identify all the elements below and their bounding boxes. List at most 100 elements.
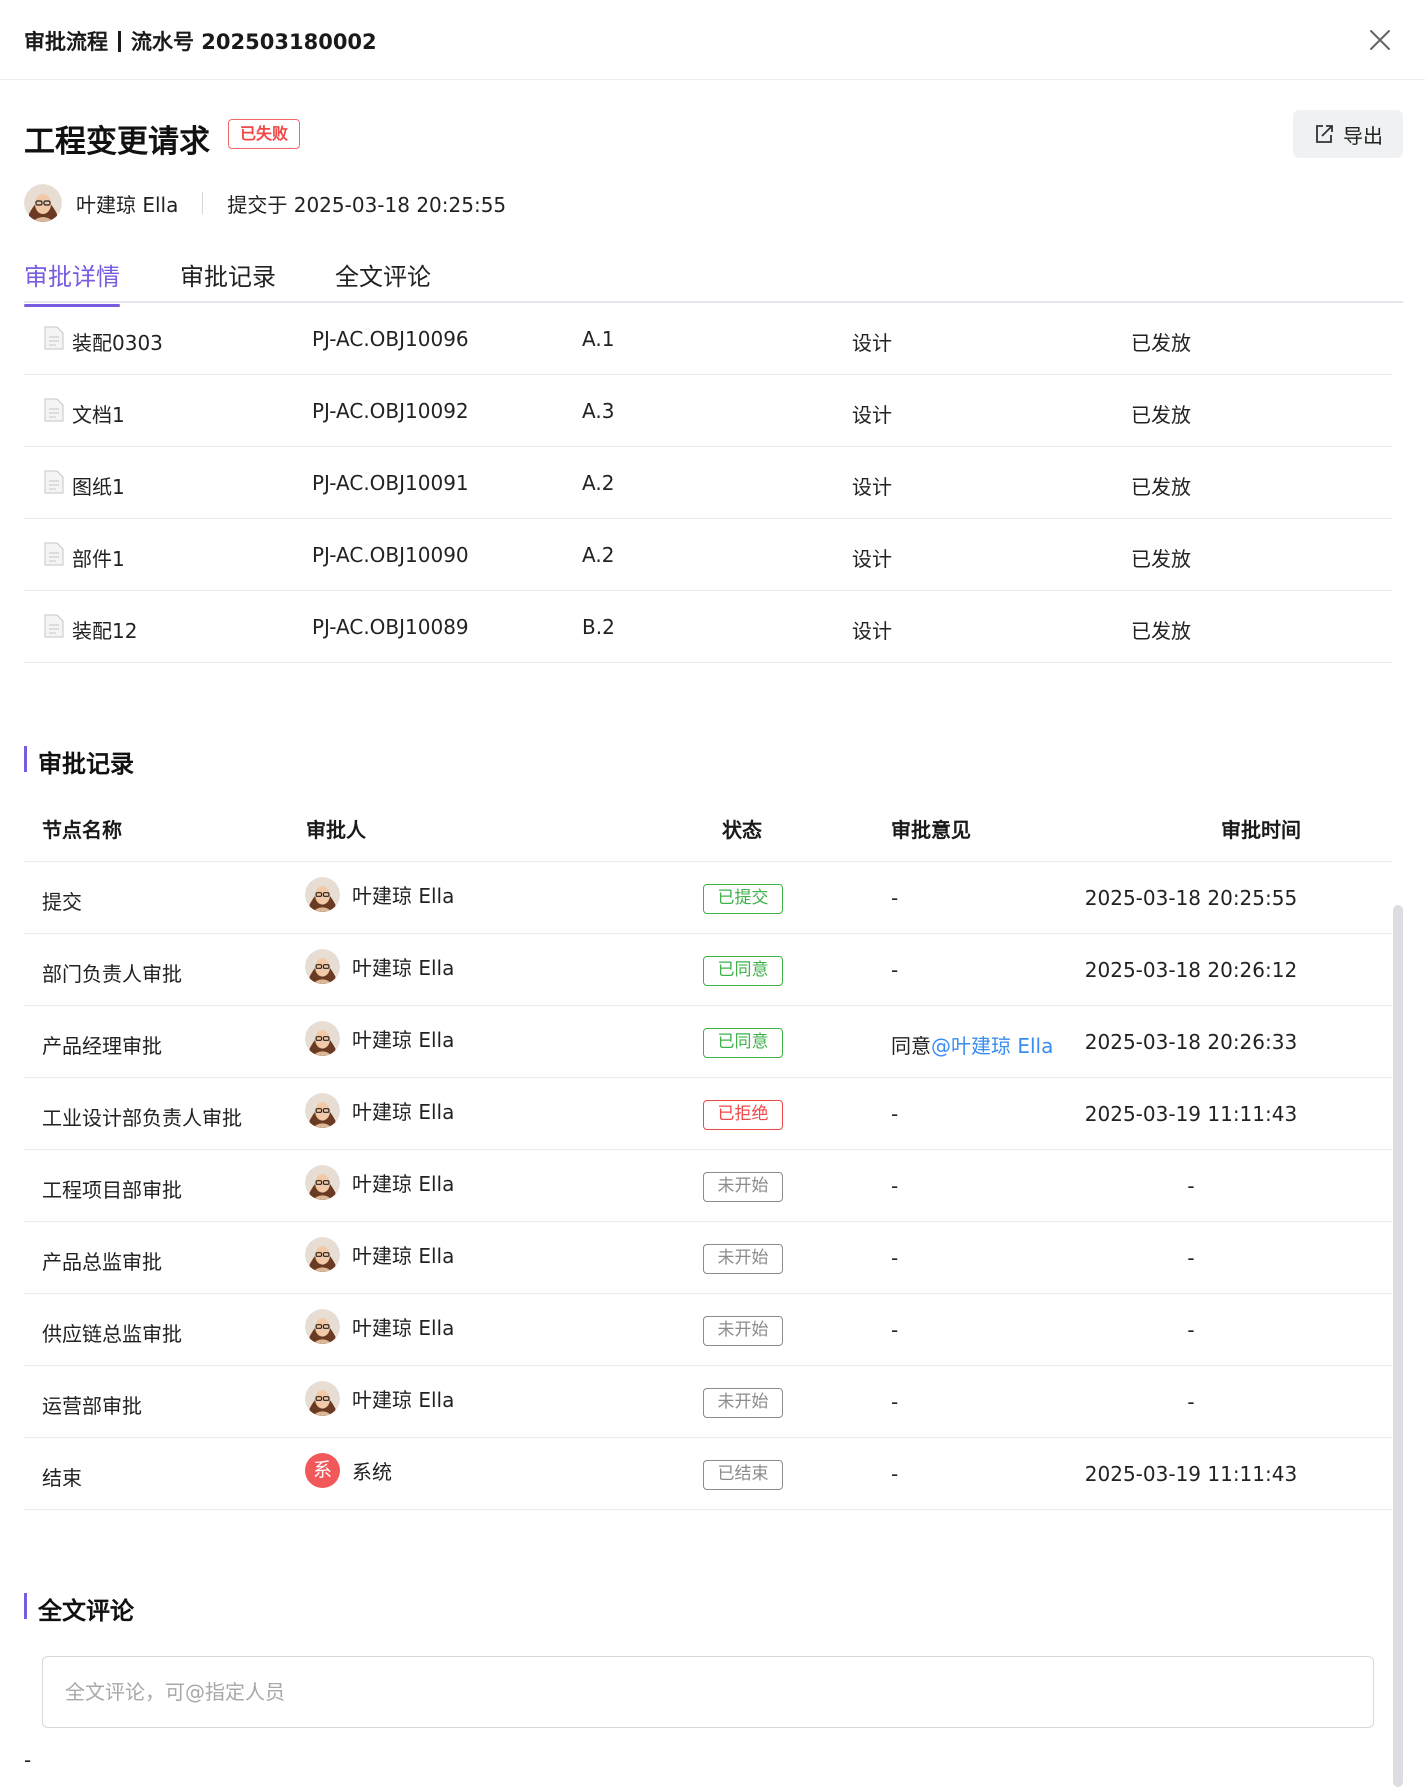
close-icon xyxy=(1370,30,1390,50)
approval-time: - xyxy=(1187,1390,1195,1414)
document-icon xyxy=(44,326,64,350)
object-row[interactable]: 装配12 PJ-AC.OBJ10089 B.2 设计 已发放 xyxy=(24,591,1392,663)
object-state: 已发放 xyxy=(1131,475,1191,499)
node-name: 提交 xyxy=(42,890,82,914)
table-row[interactable]: 提交 叶建琼 Ella 已提交 - 2025-03-18 20:25:55 xyxy=(24,862,1392,934)
opinion-text: - xyxy=(891,958,899,982)
tab-approval-details[interactable]: 审批详情 xyxy=(24,257,120,307)
status-badge: 已结束 xyxy=(703,1460,783,1490)
approver-name: 叶建琼 Ella xyxy=(352,1243,455,1268)
node-name: 产品总监审批 xyxy=(42,1250,162,1274)
mention-link[interactable]: @叶建琼 Ella xyxy=(931,1034,1053,1058)
column-header-status: 状态 xyxy=(722,818,762,842)
approver-name: 叶建琼 Ella xyxy=(352,955,455,980)
object-row[interactable]: 文档1 PJ-AC.OBJ10092 A.3 设计 已发放 xyxy=(24,375,1392,447)
opinion-text: - xyxy=(891,886,899,910)
opinion-text: 同意 xyxy=(891,1034,931,1058)
approval-time: 2025-03-18 20:25:55 xyxy=(1084,886,1298,910)
submitter-info: 叶建琼 Ella 提交于 2025-03-18 20:25:55 xyxy=(24,182,506,224)
node-name: 工程项目部审批 xyxy=(42,1178,182,1202)
approver-name: 叶建琼 Ella xyxy=(352,1171,455,1196)
opinion-text: - xyxy=(891,1102,899,1126)
object-stage: 设计 xyxy=(852,619,892,643)
approval-time: 2025-03-19 11:11:43 xyxy=(1084,1462,1298,1486)
export-button[interactable]: 导出 xyxy=(1293,110,1403,158)
scrollbar[interactable] xyxy=(1393,905,1403,1787)
table-row[interactable]: 工业设计部负责人审批 叶建琼 Ella 已拒绝 - 2025-03-19 11:11:4… xyxy=(24,1078,1392,1150)
object-version: B.2 xyxy=(582,615,615,639)
column-header-approver: 审批人 xyxy=(306,818,366,842)
approval-opinion: 同意@叶建琼 Ella xyxy=(891,1030,1053,1059)
approver: 叶建琼 Ella xyxy=(305,1380,454,1416)
divider xyxy=(202,192,204,214)
node-name: 部门负责人审批 xyxy=(42,962,182,986)
node-name: 运营部审批 xyxy=(42,1394,142,1418)
object-code: PJ-AC.OBJ10091 xyxy=(312,471,469,495)
export-label: 导出 xyxy=(1343,123,1383,148)
avatar xyxy=(305,876,340,912)
node-name: 供应链总监审批 xyxy=(42,1322,182,1346)
comments-section-title: 全文评论 xyxy=(24,1591,134,1626)
approver: 叶建琼 Ella xyxy=(305,876,454,912)
approver-name: 系统 xyxy=(352,1459,392,1484)
object-state: 已发放 xyxy=(1131,547,1191,571)
table-row[interactable]: 部门负责人审批 叶建琼 Ella 已同意 - 2025-03-18 20:26:12 xyxy=(24,934,1392,1006)
serial-number: 流水号 202503180002 xyxy=(131,30,377,54)
table-row[interactable]: 结束 系系统 已结束 - 2025-03-19 11:11:43 xyxy=(24,1438,1392,1510)
avatar xyxy=(305,948,340,984)
approver: 叶建琼 Ella xyxy=(305,948,454,984)
opinion-text: - xyxy=(891,1174,899,1198)
approver-name: 叶建琼 Ella xyxy=(352,1099,455,1124)
dialog-header: 审批流程 流水号 202503180002 xyxy=(0,0,1425,80)
object-version: A.3 xyxy=(582,399,615,423)
approval-opinion: - xyxy=(891,886,898,910)
table-row[interactable]: 产品经理审批 叶建琼 Ella 已同意 同意@叶建琼 Ella 2025-03-18 2… xyxy=(24,1006,1392,1078)
approver: 叶建琼 Ella xyxy=(305,1308,454,1344)
status-badge: 已提交 xyxy=(703,884,783,914)
column-header-node: 节点名称 xyxy=(42,818,122,842)
object-code: PJ-AC.OBJ10090 xyxy=(312,543,469,567)
approver: 叶建琼 Ella xyxy=(305,1164,454,1200)
object-name: 装配0303 xyxy=(72,331,163,355)
opinion-text: - xyxy=(891,1246,899,1270)
avatar xyxy=(24,184,62,222)
column-header-opinion: 审批意见 xyxy=(891,818,971,842)
opinion-text: - xyxy=(891,1462,899,1486)
tab-full-comments[interactable]: 全文评论 xyxy=(335,257,431,304)
submitter-name: 叶建琼 Ella xyxy=(76,192,179,217)
export-icon xyxy=(1316,125,1333,143)
approver-name: 叶建琼 Ella xyxy=(352,1315,455,1340)
object-row[interactable]: 图纸1 PJ-AC.OBJ10091 A.2 设计 已发放 xyxy=(24,447,1392,519)
status-badge: 已同意 xyxy=(703,956,783,986)
approval-opinion: - xyxy=(891,1462,898,1486)
system-avatar: 系 xyxy=(305,1452,340,1488)
avatar xyxy=(305,1308,340,1344)
table-row[interactable]: 运营部审批 叶建琼 Ella 未开始 - - xyxy=(24,1366,1392,1438)
approval-opinion: - xyxy=(891,1390,898,1414)
dialog-title: 审批流程 流水号 202503180002 xyxy=(24,26,377,56)
object-code: PJ-AC.OBJ10089 xyxy=(312,615,469,639)
status-badge: 未开始 xyxy=(703,1172,783,1202)
submitted-time: 提交于 2025-03-18 20:25:55 xyxy=(227,192,507,217)
object-row[interactable]: 部件1 PJ-AC.OBJ10090 A.2 设计 已发放 xyxy=(24,519,1392,591)
document-icon xyxy=(44,470,64,494)
comment-input[interactable] xyxy=(42,1656,1374,1728)
approval-opinion: - xyxy=(891,1174,898,1198)
object-name: 文档1 xyxy=(72,403,125,427)
tab-approval-records[interactable]: 审批记录 xyxy=(180,257,276,304)
node-name: 工业设计部负责人审批 xyxy=(42,1106,242,1130)
table-row[interactable]: 供应链总监审批 叶建琼 Ella 未开始 - - xyxy=(24,1294,1392,1366)
request-status-badge: 已失败 xyxy=(228,119,301,149)
title-separator xyxy=(118,31,121,52)
table-row[interactable]: 工程项目部审批 叶建琼 Ella 未开始 - - xyxy=(24,1150,1392,1222)
object-state: 已发放 xyxy=(1131,619,1191,643)
object-code: PJ-AC.OBJ10092 xyxy=(312,399,469,423)
approver: 叶建琼 Ella xyxy=(305,1236,454,1272)
object-row[interactable]: 装配0303 PJ-AC.OBJ10096 A.1 设计 已发放 xyxy=(24,303,1392,375)
close-button[interactable] xyxy=(1364,24,1396,56)
object-state: 已发放 xyxy=(1131,403,1191,427)
avatar xyxy=(305,1020,340,1056)
object-stage: 设计 xyxy=(852,331,892,355)
table-row[interactable]: 产品总监审批 叶建琼 Ella 未开始 - - xyxy=(24,1222,1392,1294)
approval-opinion: - xyxy=(891,1246,898,1270)
